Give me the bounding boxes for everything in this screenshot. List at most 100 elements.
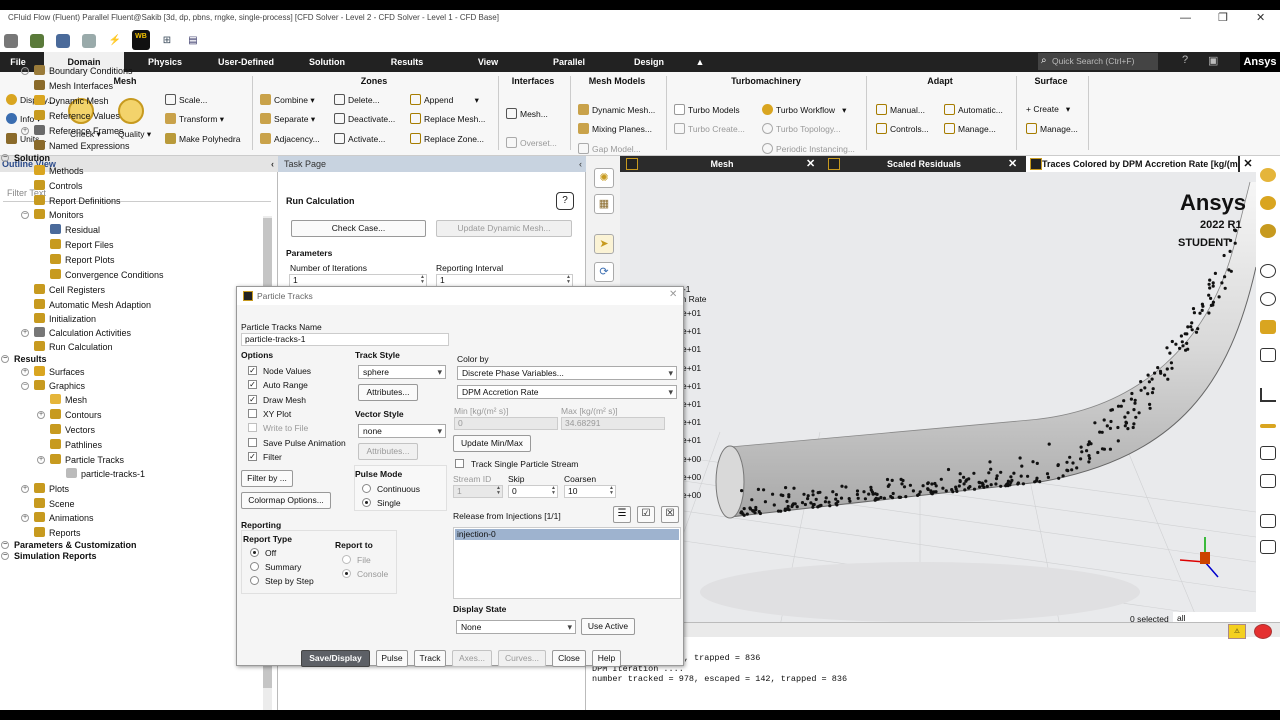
undo-view-icon[interactable] [1260,348,1276,362]
option-checkbox[interactable] [248,423,257,433]
display-state-select[interactable]: None [456,620,576,634]
snapshot-icon[interactable] [1260,540,1276,554]
save-icon[interactable] [56,34,70,48]
outline-item[interactable]: Cell Registers [34,283,105,297]
expand-toggle-icon[interactable]: − [1,355,9,363]
vector-attributes-button[interactable]: Attributes... [358,443,418,460]
expand-toggle-icon[interactable]: + [37,411,45,419]
adapt-manual-button[interactable]: Manual... [876,104,925,115]
tab-view[interactable]: View [456,52,520,72]
replace-mesh-button[interactable]: Replace Mesh... [410,113,485,124]
interfaces-mesh-button[interactable]: Mesh... [506,108,548,119]
spinner-icon[interactable]: ▲ ▼ [496,486,501,496]
zones-deactivate-button[interactable]: Deactivate... [334,113,395,124]
outline-item[interactable]: Report Plots [50,253,115,267]
stream-id-input[interactable]: 1 ▲ ▼ [453,485,503,498]
tab-user-defined[interactable]: User-Defined [206,52,286,72]
fit-icon[interactable] [1260,320,1276,334]
deselect-all-icon[interactable]: ☒ [661,506,679,523]
adapt-automatic-button[interactable]: Automatic... [944,104,1003,115]
help-icon[interactable]: ? [1182,54,1188,66]
table-icon[interactable]: ▤ [186,34,200,48]
surface-manage-button[interactable]: Manage... [1026,123,1078,134]
ruler-icon[interactable] [1260,424,1276,428]
expand-toggle-icon[interactable]: + [21,67,29,75]
tab-physics[interactable]: Physics [130,52,200,72]
adapt-controls-button[interactable]: Controls... [876,123,929,134]
track-style-select[interactable]: sphere [358,365,446,379]
close-traces-tab-icon[interactable]: ✕ [1240,156,1256,172]
outline-item[interactable]: + Boundary Conditions [21,64,133,78]
graphics-tab-traces[interactable]: Traces Colored by DPM Accretion Rate [kg… [1026,156,1238,172]
outline-item[interactable]: + Contours [37,408,102,422]
dialog-title-bar[interactable]: Particle Tracks ✕ [237,287,683,305]
close-residuals-tab-icon[interactable]: ✕ [1008,156,1017,172]
skip-input[interactable]: 0 ▲ ▼ [508,485,558,498]
injections-list[interactable]: injection-0 [453,527,681,599]
outline-item[interactable]: Mesh [50,393,87,407]
curves-button[interactable]: Curves... [498,650,546,667]
scene-icon[interactable]: ▦ [594,194,614,214]
injection-item[interactable]: injection-0 [455,529,679,540]
outline-item[interactable]: + Animations [21,511,94,525]
spinner-icon[interactable]: ▲ ▼ [420,275,425,285]
turbo-topology-button[interactable]: Turbo Topology... [762,123,841,134]
tab-file[interactable]: File [0,52,36,72]
outline-item[interactable]: + Calculation Activities [21,326,131,340]
workbench-icon[interactable]: WB [132,30,150,50]
mesh-transform-button[interactable]: Transform ▾ [165,113,224,125]
outline-item[interactable]: Reference Values [34,109,120,123]
filter-by-button[interactable]: Filter by ... [241,470,293,487]
mixing-planes-button[interactable]: Mixing Planes... [578,123,652,134]
tab-design[interactable]: Design [616,52,682,72]
option-checkbox[interactable]: ✓ [248,380,257,390]
turbo-workflow-button[interactable]: Turbo Workflow ▾ [762,104,846,116]
dialog-close-icon[interactable]: ✕ [669,289,677,300]
surface-create-button[interactable]: + Create ▾ [1026,104,1070,115]
spinner-icon[interactable]: ▲ ▼ [551,486,556,496]
vector-style-select[interactable]: none [358,424,446,438]
pointer-icon[interactable]: ➤ [594,234,614,254]
expand-toggle-icon[interactable]: + [21,485,29,493]
open-icon[interactable] [30,34,44,48]
color-by-variable-select[interactable]: DPM Accretion Rate [457,385,677,399]
outline-item[interactable]: − Monitors [21,208,84,222]
stop-icon[interactable] [1254,624,1272,639]
report-off-radio[interactable] [250,548,259,557]
gap-model-button[interactable]: Gap Model... [578,143,641,154]
spinner-icon[interactable]: ▲ ▼ [609,486,614,496]
collapse-ribbon-icon[interactable]: ▲ [690,52,710,72]
update-dynamic-mesh-button[interactable]: Update Dynamic Mesh... [436,220,572,237]
option-checkbox[interactable] [248,408,257,418]
close-window-button[interactable]: ✕ [1256,10,1265,26]
hide-icon[interactable] [1260,292,1276,306]
graphics-tab-mesh[interactable]: Mesh [640,156,804,172]
outline-item[interactable]: + Plots [21,482,69,496]
save-display-button[interactable]: Save/Display [301,650,370,667]
outline-item[interactable]: Methods [34,164,84,178]
select-all-icon[interactable]: ☰ [613,506,631,523]
annotate-icon[interactable] [1260,474,1276,488]
replace-zone-button[interactable]: Replace Zone... [410,133,484,144]
tab-solution[interactable]: Solution [292,52,362,72]
expand-toggle-icon[interactable]: + [21,127,29,135]
make-polyhedra-button[interactable]: Make Polyhedra [165,133,240,144]
view-iso-icon[interactable] [1260,196,1276,210]
lightning-icon[interactable]: ⚡ [108,34,122,48]
expand-toggle-icon[interactable]: + [21,514,29,522]
expand-toggle-icon[interactable]: − [1,541,9,549]
overset-button[interactable]: Overset... [506,137,557,148]
option-checkbox[interactable]: ✓ [248,394,257,404]
check-case-button[interactable]: Check Case... [291,220,426,237]
min-value-input[interactable]: 0 [454,417,558,430]
dynamic-mesh-button[interactable]: Dynamic Mesh... [578,104,655,115]
expand-toggle-icon[interactable]: − [1,552,9,560]
option-checkbox[interactable]: ✓ [248,366,257,375]
outline-item[interactable]: − Graphics [21,379,85,393]
outline-item[interactable]: Automatic Mesh Adaption [34,298,151,312]
expand-toggle-icon[interactable]: − [21,382,29,390]
adapt-manage-button[interactable]: Manage... [944,123,996,134]
expand-toggle-icon[interactable]: − [21,211,29,219]
tab-parallel[interactable]: Parallel [536,52,602,72]
plot-icon[interactable] [1260,388,1276,402]
